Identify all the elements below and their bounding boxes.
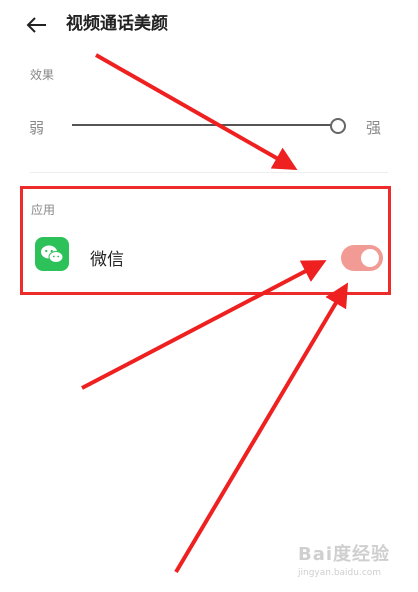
wechat-beauty-toggle[interactable] xyxy=(341,245,383,271)
wechat-icon xyxy=(35,237,69,271)
watermark-url: jingyan.baidu.com xyxy=(298,568,382,578)
app-name-wechat: 微信 xyxy=(90,250,124,270)
toggle-knob xyxy=(361,249,379,267)
slider-min-label: 弱 xyxy=(29,119,45,137)
slider-track[interactable] xyxy=(72,124,332,126)
annotation-arrows xyxy=(81,53,349,574)
watermark-logo: Bai度经验 xyxy=(298,544,391,565)
page-title: 视频通话美颜 xyxy=(66,14,168,34)
beauty-slider-row: 弱 强 xyxy=(0,110,418,142)
back-arrow-icon[interactable] xyxy=(24,12,50,38)
header: 视频通话美颜 xyxy=(0,0,418,52)
annotation-arrow xyxy=(174,282,349,574)
slider-thumb[interactable] xyxy=(330,118,346,134)
apps-section-label: 应用 xyxy=(31,203,56,217)
apps-section-highlight-box: 应用 微信 xyxy=(20,186,391,295)
slider-max-label: 强 xyxy=(366,119,382,137)
effect-section-label: 效果 xyxy=(30,68,55,82)
divider xyxy=(30,172,388,173)
watermark: Bai度经验 jingyan.baidu.com xyxy=(298,540,408,584)
